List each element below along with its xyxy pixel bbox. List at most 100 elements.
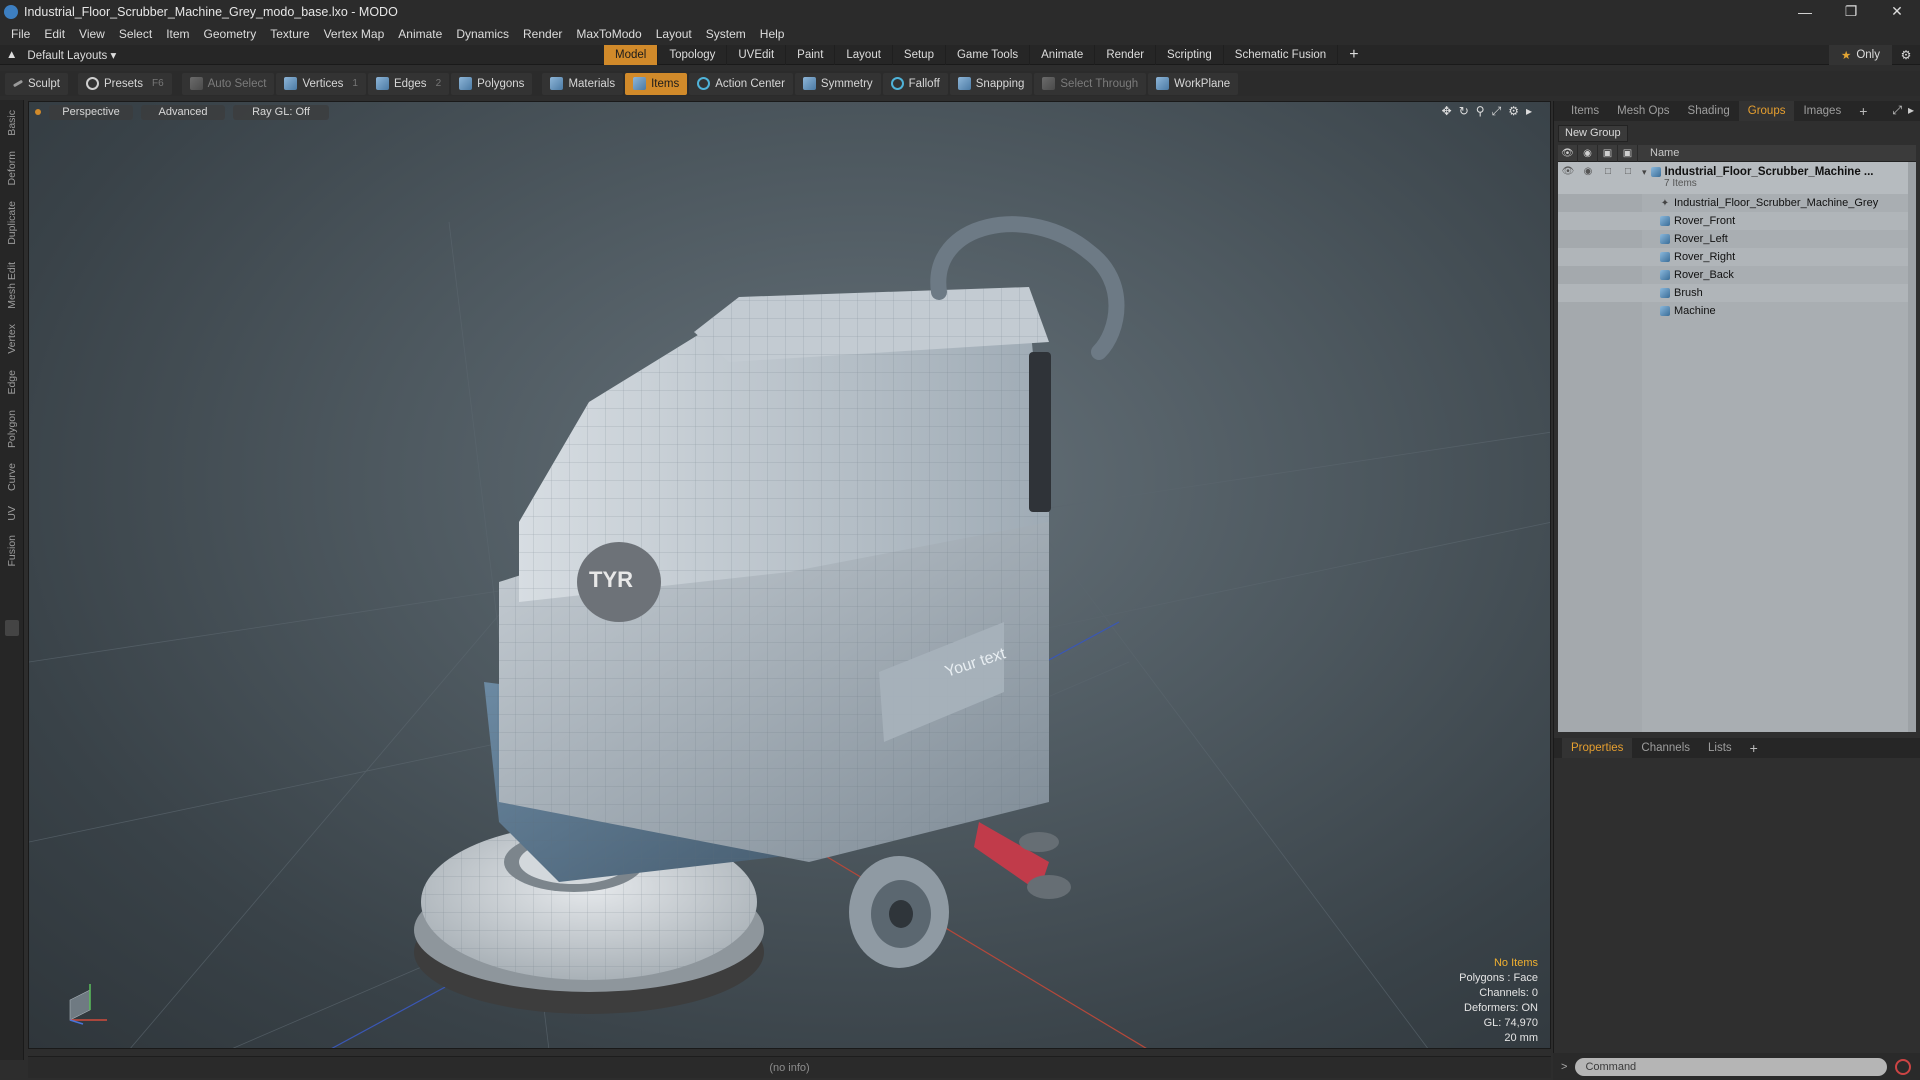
close-button[interactable]: ✕ (1874, 0, 1920, 23)
select-toggle-icon[interactable]: □ (1618, 166, 1638, 177)
tab-shading[interactable]: Shading (1679, 101, 1739, 121)
tab-layout[interactable]: Layout (835, 45, 893, 65)
materials-button[interactable]: Materials (542, 72, 624, 95)
view-type-dropdown[interactable]: Perspective (49, 104, 133, 120)
menu-item[interactable]: Item (159, 27, 196, 41)
tab-lists[interactable]: Lists (1699, 738, 1741, 758)
menu-file[interactable]: File (4, 27, 37, 41)
lock-toggle-icon[interactable]: □ (1598, 166, 1618, 177)
workplane-button[interactable]: WorkPlane (1148, 72, 1239, 95)
raygl-toggle[interactable]: Ray GL: Off (233, 104, 329, 120)
vtab-uv[interactable]: UV (3, 500, 21, 526)
viewport-menu-dot[interactable] (35, 109, 41, 115)
rotate-icon[interactable]: ↻ (1459, 104, 1469, 119)
menu-geometry[interactable]: Geometry (197, 27, 264, 41)
list-item[interactable]: Rover_Front (1558, 212, 1916, 230)
command-input[interactable]: Command (1575, 1057, 1888, 1076)
vtab-duplicate[interactable]: Duplicate (3, 194, 21, 252)
list-item[interactable]: Rover_Back (1558, 266, 1916, 284)
render-toggle-icon[interactable]: ◉ (1578, 166, 1598, 177)
symmetry-button[interactable]: Symmetry (794, 72, 881, 95)
vtab-vertex[interactable]: Vertex (3, 318, 21, 360)
tab-model[interactable]: Model (604, 45, 659, 65)
vtab-deform[interactable]: Deform (3, 146, 21, 190)
tab-images[interactable]: Images (1794, 101, 1850, 121)
new-group-button[interactable]: New Group (1558, 124, 1628, 142)
fit-icon[interactable]: ⤢ (1492, 104, 1502, 119)
add-tab-button[interactable]: + (1338, 45, 1369, 65)
visibility-eye-icon[interactable]: 👁 (1558, 166, 1578, 177)
vtab-curve[interactable]: Curve (3, 458, 21, 496)
auto-select-button[interactable]: Auto Select (181, 72, 275, 95)
list-item[interactable]: Rover_Left (1558, 230, 1916, 248)
tab-items[interactable]: Items (1562, 101, 1608, 121)
polygons-button[interactable]: Polygons (451, 72, 533, 95)
default-layouts-dropdown[interactable]: Default Layouts ▾ (27, 48, 116, 62)
render-column-icon[interactable]: ◉ (1578, 144, 1598, 162)
vtab-edge[interactable]: Edge (3, 364, 21, 400)
panel-expand-icon[interactable]: ⤢ (1892, 103, 1902, 118)
minimize-button[interactable]: — (1782, 0, 1828, 23)
tab-properties[interactable]: Properties (1562, 738, 1633, 758)
tree-scrollbar[interactable] (1908, 162, 1916, 732)
action-center-button[interactable]: Action Center (689, 72, 793, 95)
tab-paint[interactable]: Paint (786, 45, 836, 65)
menu-system[interactable]: System (699, 27, 753, 41)
falloff-button[interactable]: Falloff (882, 72, 948, 95)
menu-dynamics[interactable]: Dynamics (449, 27, 516, 41)
menu-render[interactable]: Render (516, 27, 569, 41)
menu-maxtomodo[interactable]: MaxToModo (569, 27, 648, 41)
menu-help[interactable]: Help (753, 27, 792, 41)
tab-game-tools[interactable]: Game Tools (946, 45, 1031, 65)
only-toggle[interactable]: ★ Only (1829, 45, 1892, 65)
items-button[interactable]: Items (625, 72, 688, 95)
select-through-button[interactable]: Select Through (1034, 72, 1147, 95)
eye-column-icon[interactable]: 👁 (1558, 144, 1578, 162)
add-panel-tab-button[interactable]: + (1850, 101, 1876, 121)
menu-vertex-map[interactable]: Vertex Map (317, 27, 392, 41)
menu-view[interactable]: View (72, 27, 112, 41)
tab-render[interactable]: Render (1095, 45, 1157, 65)
menu-animate[interactable]: Animate (391, 27, 449, 41)
tab-uvedit[interactable]: UVEdit (727, 45, 787, 65)
left-panel-toggle[interactable] (5, 620, 19, 636)
snapping-button[interactable]: Snapping (949, 72, 1033, 95)
sculpt-button[interactable]: Sculpt (5, 72, 68, 95)
list-item[interactable]: Rover_Right (1558, 248, 1916, 266)
name-column-header[interactable]: Name (1638, 147, 1679, 159)
add-properties-tab-button[interactable]: + (1741, 738, 1767, 758)
edges-button[interactable]: Edges 2 (367, 72, 450, 95)
gear-icon[interactable]: ⚙ (1892, 45, 1920, 65)
tab-channels[interactable]: Channels (1632, 738, 1699, 758)
tab-mesh-ops[interactable]: Mesh Ops (1608, 101, 1678, 121)
group-row[interactable]: 👁 ◉ □ □ ▾ Industrial_Floor_Scrubber_Machi… (1558, 162, 1916, 194)
collapse-arrow-icon[interactable]: ▾ (1642, 167, 1647, 178)
tab-schematic-fusion[interactable]: Schematic Fusion (1224, 45, 1339, 65)
vertices-button[interactable]: Vertices 1 (276, 72, 366, 95)
list-item[interactable]: Machine (1558, 302, 1916, 320)
menu-layout[interactable]: Layout (649, 27, 699, 41)
shading-mode-dropdown[interactable]: Advanced (141, 104, 225, 120)
select-column-icon[interactable]: ▣ (1618, 144, 1638, 162)
vtab-basic[interactable]: Basic (3, 104, 21, 142)
pan-icon[interactable]: ✥ (1442, 104, 1452, 119)
lock-column-icon[interactable]: ▣ (1598, 144, 1618, 162)
tab-animate[interactable]: Animate (1030, 45, 1096, 65)
panel-menu-icon[interactable]: ▸ (1908, 103, 1914, 118)
menu-edit[interactable]: Edit (37, 27, 72, 41)
layout-expand-icon[interactable]: ▲ (6, 49, 17, 61)
tab-setup[interactable]: Setup (893, 45, 946, 65)
3d-viewport[interactable]: TYR Your text Perspective Advanced Ray G… (28, 101, 1551, 1049)
viewport-expand-icon[interactable]: ▸ (1526, 104, 1532, 119)
vtab-fusion[interactable]: Fusion (3, 530, 21, 572)
tab-topology[interactable]: Topology (658, 45, 728, 65)
stop-icon[interactable] (1895, 1058, 1912, 1075)
menu-select[interactable]: Select (112, 27, 159, 41)
zoom-icon[interactable]: ⚲ (1476, 104, 1485, 119)
vtab-mesh-edit[interactable]: Mesh Edit (3, 256, 21, 314)
menu-texture[interactable]: Texture (263, 27, 316, 41)
restore-button[interactable]: ❐ (1828, 0, 1874, 23)
list-item[interactable]: Brush (1558, 284, 1916, 302)
viewport-settings-icon[interactable]: ⚙ (1508, 104, 1519, 119)
vtab-polygon[interactable]: Polygon (3, 404, 21, 454)
